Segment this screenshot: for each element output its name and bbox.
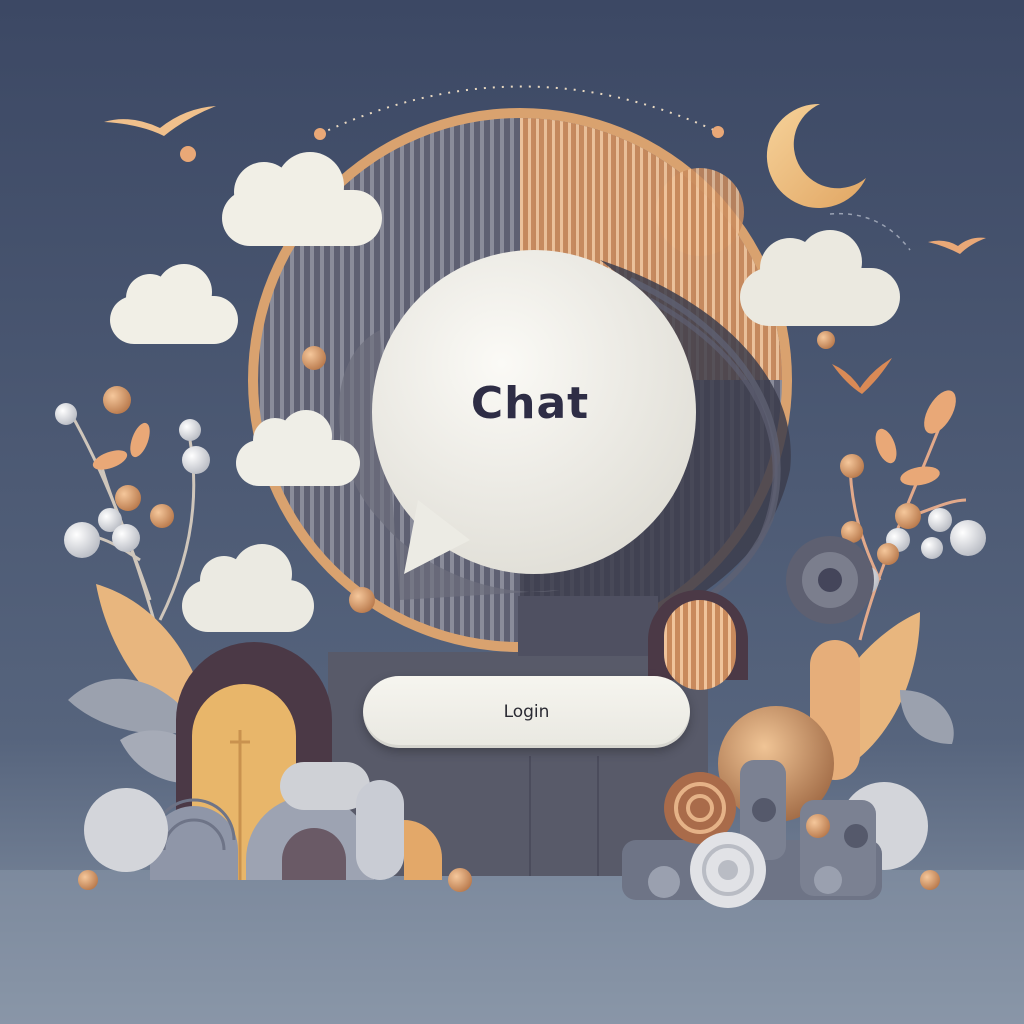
knob (814, 866, 842, 894)
illustration-scene (0, 0, 1024, 1024)
striped-ball (656, 168, 744, 256)
berry (115, 485, 141, 511)
berry (182, 446, 210, 474)
berry (877, 543, 899, 565)
chat-title: Chat (470, 378, 590, 429)
ball-ornament (78, 870, 98, 890)
striped-arch (664, 600, 736, 690)
berry (150, 504, 174, 528)
ball-ornament (817, 331, 835, 349)
login-button[interactable]: Login (363, 676, 690, 748)
berry (179, 419, 201, 441)
knob (752, 798, 776, 822)
panel-block (518, 596, 658, 656)
ball-ornament (349, 587, 375, 613)
dot-ornament (180, 146, 196, 162)
berry (921, 537, 943, 559)
berry (103, 386, 131, 414)
app-canvas: Chat Login (0, 0, 1024, 1024)
berry (840, 454, 864, 478)
ball-ornament (920, 870, 940, 890)
knob (844, 824, 868, 848)
disc-white (718, 860, 738, 880)
ball-ornament (806, 814, 830, 838)
berry (112, 524, 140, 552)
knob (648, 866, 680, 898)
dot-ornament (712, 126, 724, 138)
ball-ornament (448, 868, 472, 892)
berry (55, 403, 77, 425)
pillar (356, 780, 404, 880)
berry (895, 503, 921, 529)
berry (64, 522, 100, 558)
dot-ornament (314, 128, 326, 140)
berry (928, 508, 952, 532)
disc-ornament (818, 568, 842, 592)
berry (950, 520, 986, 556)
sphere (84, 788, 168, 872)
ball-ornament (302, 346, 326, 370)
